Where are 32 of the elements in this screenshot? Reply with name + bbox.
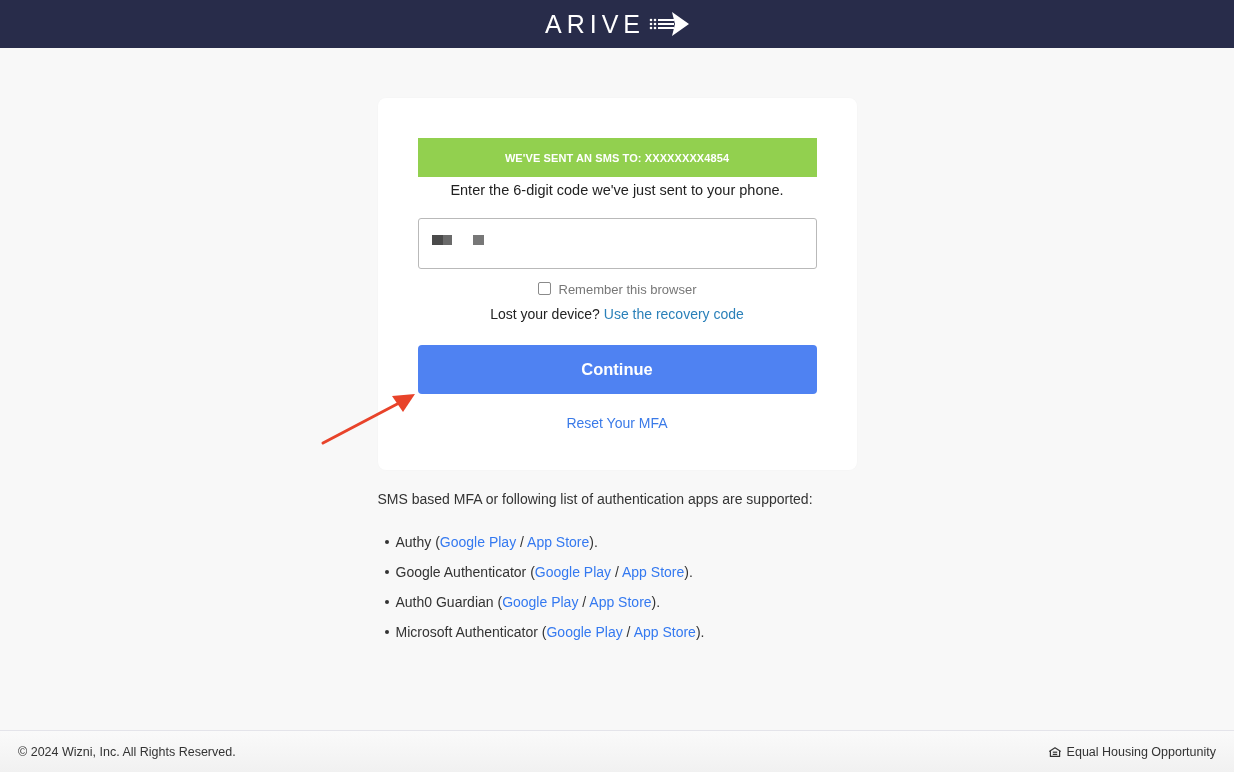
lost-device-text: Lost your device? Use the recovery code	[489, 305, 745, 323]
store-link[interactable]: App Store	[622, 564, 685, 580]
recovery-code-link[interactable]: Use the recovery code	[603, 306, 744, 322]
house-icon	[1048, 746, 1061, 757]
remember-checkbox[interactable]	[537, 282, 551, 295]
continue-button[interactable]: Continue	[417, 345, 817, 394]
bullet-icon	[384, 630, 389, 634]
supported-apps-text: SMS based MFA or following list of authentication apps are supported:	[377, 490, 814, 508]
store-link[interactable]: App Store	[633, 624, 696, 640]
bullet-icon	[384, 540, 389, 544]
logo-text: ARIVE	[545, 11, 645, 37]
bullet-icon	[384, 570, 389, 574]
pointer-arrow-icon	[321, 394, 415, 445]
remember-label: Remember this browser	[558, 282, 697, 298]
bullet-icon	[384, 600, 389, 604]
sms-sent-banner: WE'VE SENT AN SMS TO: XXXXXXXX4854	[417, 138, 817, 177]
store-link[interactable]: Google Play	[502, 594, 579, 610]
dotted-arrow-logo-icon	[649, 12, 689, 36]
reset-mfa-link[interactable]: Reset Your MFA	[566, 414, 668, 432]
store-link[interactable]: Google Play	[546, 624, 623, 640]
app-list-item: Auth0 Guardian (Google Play / App Store).	[395, 593, 661, 611]
app-list-item: Microsoft Authenticator (Google Play / App Store).	[395, 623, 705, 641]
app-list-item: Authy (Google Play / App Store).	[395, 533, 598, 551]
store-link[interactable]: Google Play	[534, 564, 612, 580]
instruction-text: Enter the 6-digit code we've just sent to your phone.	[449, 181, 785, 200]
equal-housing-text: Equal Housing Opportunity	[1066, 744, 1216, 759]
store-link[interactable]: App Store	[589, 594, 652, 610]
copyright-text: © 2024 Wizni, Inc. All Rights Reserved.	[18, 744, 236, 759]
code-input-field[interactable]	[417, 218, 817, 269]
store-link[interactable]: App Store	[527, 534, 590, 550]
store-link[interactable]: Google Play	[439, 534, 517, 550]
app-list-item: Google Authenticator (Google Play / App Store).	[395, 563, 693, 581]
